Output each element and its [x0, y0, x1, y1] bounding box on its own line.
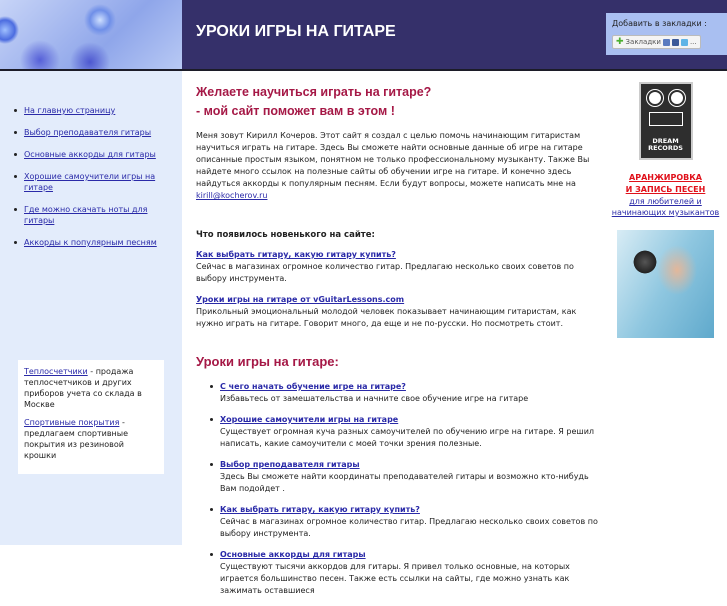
- nav-link-sheet-music[interactable]: Где можно скачать ноты для гитары: [24, 205, 147, 225]
- nav-item: Основные аккорды для гитары: [12, 149, 162, 160]
- right-column: DREAM RECORDS АРАНЖИРОВКА И ЗАПИСЬ ПЕСЕН…: [604, 82, 727, 338]
- ad-item: Теплосчетчики - продажа теплосчетчиков и…: [24, 366, 158, 410]
- promo-sub: для любителей и начинающих музыкантов: [604, 196, 727, 218]
- news-link[interactable]: Уроки игры на гитаре от vGuitarLessons.c…: [196, 295, 404, 304]
- lesson-text: Здесь Вы сможете найти координаты препод…: [220, 472, 589, 493]
- news-item: Уроки игры на гитаре от vGuitarLessons.c…: [196, 294, 600, 330]
- intro-text: Меня зовут Кирилл Кочеров. Этот сайт я с…: [196, 130, 600, 202]
- nav-link-tutorials[interactable]: Хорошие самоучители игры на гитаре: [24, 172, 155, 192]
- lesson-link[interactable]: Хорошие самоучители игры на гитаре: [220, 415, 398, 424]
- news-item: Как выбрать гитару, какую гитару купить?…: [196, 249, 600, 285]
- sidebar-ads: Теплосчетчики - продажа теплосчетчиков и…: [18, 360, 164, 474]
- singer-photo[interactable]: [617, 230, 714, 338]
- ad-link[interactable]: Теплосчетчики: [24, 367, 88, 376]
- tape-reel-icon: [668, 90, 685, 106]
- ad-link[interactable]: Спортивные покрытия: [24, 418, 119, 427]
- nav-link-song-chords[interactable]: Аккорды к популярным песням: [24, 238, 157, 247]
- promo-link-arrangement[interactable]: АРАНЖИРОВКА: [629, 173, 702, 182]
- promo-link-recording[interactable]: И ЗАПИСЬ ПЕСЕН: [626, 185, 706, 194]
- lesson-item: Как выбрать гитару, какую гитару купить?…: [208, 504, 600, 540]
- headline-line-2: - мой сайт поможет вам в этом !: [196, 104, 395, 118]
- promo: АРАНЖИРОВКА И ЗАПИСЬ ПЕСЕН: [604, 172, 727, 196]
- nav-item: Аккорды к популярным песням: [12, 237, 162, 248]
- sidebar: На главную страницу Выбор преподавателя …: [0, 71, 182, 545]
- headline: Желаете научиться играть на гитаре? - мой…: [196, 83, 600, 121]
- logo-text: DREAM RECORDS: [648, 137, 683, 152]
- nav-item: Где можно скачать ноты для гитары: [12, 204, 162, 226]
- promo-sub-link[interactable]: для любителей и начинающих музыкантов: [612, 197, 720, 217]
- news-text: Сейчас в магазинах огромное количество г…: [196, 262, 574, 283]
- lessons-title: Уроки игры на гитаре:: [196, 354, 339, 369]
- lesson-link[interactable]: С чего начать обучение игре на гитаре?: [220, 382, 406, 391]
- social-icon[interactable]: [662, 38, 670, 46]
- news-link[interactable]: Как выбрать гитару, какую гитару купить?: [196, 250, 396, 259]
- lesson-item: Основные аккорды для гитары Существуют ты…: [208, 549, 600, 597]
- email-link[interactable]: kirill@kocherov.ru: [196, 191, 267, 200]
- nav-link-home[interactable]: На главную страницу: [24, 106, 115, 115]
- bookmarks-button-label: Закладки: [625, 38, 661, 46]
- bookmarks-box: Добавить в закладки : ✚ Закладки ...: [606, 13, 727, 55]
- ad-item: Спортивные покрытия - предлагаем спортив…: [24, 417, 158, 461]
- news-text: Прикольный эмоциональный молодой человек…: [196, 307, 577, 328]
- nav-item: Выбор преподавателя гитары: [12, 127, 162, 138]
- nav-link-chords[interactable]: Основные аккорды для гитары: [24, 150, 156, 159]
- lesson-item: Хорошие самоучители игры на гитаре Сущест…: [208, 414, 600, 450]
- nav-item: Хорошие самоучители игры на гитаре: [12, 171, 162, 193]
- lesson-text: Избавьтесь от замешательства и начните с…: [220, 394, 529, 403]
- header-banner-image: [0, 0, 182, 69]
- more-button[interactable]: ...: [690, 38, 697, 46]
- lesson-link[interactable]: Выбор преподавателя гитары: [220, 460, 360, 469]
- site-title: УРОКИ ИГРЫ НА ГИТАРЕ: [196, 23, 396, 40]
- twitter-icon[interactable]: [680, 38, 688, 46]
- headline-line-1: Желаете научиться играть на гитаре?: [196, 85, 432, 99]
- lesson-text: Существует огромная куча разных самоучит…: [220, 427, 595, 448]
- bookmarks-button[interactable]: ✚ Закладки ...: [612, 35, 701, 49]
- tape-deck-icon: [648, 112, 683, 126]
- lesson-item: Выбор преподавателя гитары Здесь Вы сможе…: [208, 459, 600, 495]
- bookmarks-label: Добавить в закладки :: [612, 19, 707, 28]
- lesson-link[interactable]: Как выбрать гитару, какую гитару купить?: [220, 505, 420, 514]
- lesson-text: Сейчас в магазинах огромное количество г…: [220, 517, 598, 538]
- news-title: Что появилось новенького на сайте:: [196, 230, 375, 240]
- facebook-icon[interactable]: [671, 38, 679, 46]
- nav-item: На главную страницу: [12, 105, 162, 116]
- tape-reel-icon: [646, 90, 663, 106]
- site-header: УРОКИ ИГРЫ НА ГИТАРЕ Добавить в закладки…: [0, 0, 727, 71]
- main-content: Желаете научиться играть на гитаре? - мой…: [196, 83, 600, 606]
- lesson-text: Существуют тысячи аккордов для гитары. Я…: [220, 562, 570, 595]
- nav-link-teacher[interactable]: Выбор преподавателя гитары: [24, 128, 151, 137]
- sidebar-nav: На главную страницу Выбор преподавателя …: [12, 105, 162, 259]
- dream-records-logo[interactable]: DREAM RECORDS: [638, 82, 693, 160]
- plus-icon: ✚: [616, 37, 624, 47]
- intro-body: Меня зовут Кирилл Кочеров. Этот сайт я с…: [196, 131, 590, 188]
- lessons-list: С чего начать обучение игре на гитаре? Из…: [196, 381, 600, 597]
- lesson-link[interactable]: Основные аккорды для гитары: [220, 550, 366, 559]
- lesson-item: С чего начать обучение игре на гитаре? Из…: [208, 381, 600, 405]
